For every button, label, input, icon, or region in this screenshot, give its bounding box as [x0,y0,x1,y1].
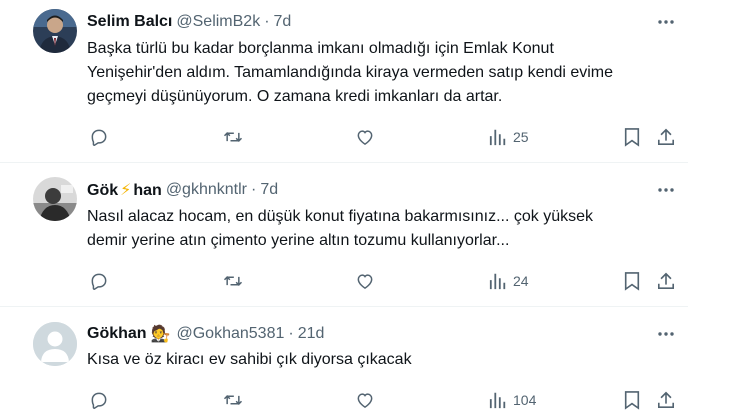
retweet-icon [223,132,243,142]
divider [0,306,688,307]
tweet-text: Kısa ve öz kiracı ev sahibi çık diyorsa … [87,348,667,372]
views-count: 25 [513,129,529,145]
share-icon [657,128,675,146]
lightning-emoji: ⚡ [120,182,132,199]
bookmark-button[interactable] [623,270,641,292]
tweet-text-line: Nasıl alacaz hocam, en düşük konut fiyat… [87,208,594,225]
separator-dot: · [250,181,257,198]
share-icon [657,391,675,409]
views-button[interactable]: 104 [489,389,536,411]
more-options-button[interactable] [656,12,676,32]
bookmark-button[interactable] [623,389,641,411]
retweet-button[interactable] [222,126,244,148]
display-name[interactable]: Gök ⚡ han [87,180,162,200]
user-handle[interactable]: @gkhnkntlr [166,181,247,199]
display-name-part: Gök [87,182,119,199]
tweet-text-line: Başka türlü bu kadar borçlanma imkanı ol… [87,40,554,57]
retweet-icon [223,395,243,405]
tweet-text: Başka türlü bu kadar borçlanma imkanı ol… [87,37,667,109]
judge-emoji: 🧑‍⚖️ [150,326,171,343]
tweet-header: Selim Balcı @SelimB2k · 7d [87,11,291,33]
bookmark-icon [624,272,640,291]
like-button[interactable] [355,270,375,292]
tweet-text: Nasıl alacaz hocam, en düşük konut fiyat… [87,205,667,253]
like-icon [357,274,373,289]
avatar[interactable] [33,9,77,53]
reply-icon [91,129,107,146]
views-button[interactable]: 24 [489,270,529,292]
like-button[interactable] [355,389,375,411]
user-handle[interactable]: @SelimB2k [176,13,260,31]
separator-dot: · [264,13,270,30]
divider [0,162,688,163]
retweet-button[interactable] [222,270,244,292]
separator-dot: · [288,325,294,342]
views-count: 24 [513,273,529,289]
share-button[interactable] [657,126,675,148]
views-icon [489,273,506,290]
more-icon [658,188,674,192]
bookmark-icon [624,128,640,147]
views-icon [489,392,506,409]
share-button[interactable] [657,270,675,292]
more-icon [658,20,674,24]
more-icon [658,332,674,336]
like-button[interactable] [355,126,375,148]
tweet-actions: 24 [87,270,687,292]
share-icon [657,272,675,290]
views-icon [489,129,506,146]
tweet-text-line: geçmeyi düşünüyorum. O zamana kredi imka… [87,88,503,105]
avatar[interactable] [33,322,77,366]
like-icon [357,393,373,408]
reply-feed: Selim Balcı @SelimB2k · 7d Başka türlü b… [0,0,730,420]
tweet-actions: 25 [87,126,687,148]
reply-icon [91,273,107,290]
display-name-part: han [133,182,162,199]
retweet-icon [223,276,243,286]
user-handle[interactable]: @Gokhan5381 [176,325,284,343]
timestamp[interactable]: 7d [260,181,278,199]
tweet-actions: 104 [87,389,687,411]
timestamp[interactable]: 7d [274,13,292,31]
timestamp[interactable]: 21d [298,325,325,343]
display-name[interactable]: Gökhan [87,325,147,343]
reply-button[interactable] [89,389,109,411]
more-options-button[interactable] [656,180,676,200]
views-button[interactable]: 25 [489,126,529,148]
avatar[interactable] [33,177,77,221]
like-icon [357,130,373,145]
share-button[interactable] [657,389,675,411]
more-options-button[interactable] [656,324,676,344]
reply-button[interactable] [89,270,109,292]
reply-button[interactable] [89,126,109,148]
tweet-text-line: Kısa ve öz kiracı ev sahibi çık diyorsa … [87,351,412,368]
bookmark-button[interactable] [623,126,641,148]
display-name[interactable]: Selim Balcı [87,13,172,31]
tweet-header: Gökhan 🧑‍⚖️ @Gokhan5381 · 21d [87,323,324,345]
tweet-text-line: Yenişehir'den aldım. Tamamlandığında kir… [87,64,614,81]
tweet-header: Gök ⚡ han @gkhnkntlr · 7d [87,179,278,201]
reply-icon [91,392,107,409]
tweet-text-line: demir yerine atın çimento yerine altın t… [87,232,510,249]
bookmark-icon [624,391,640,410]
retweet-button[interactable] [222,389,244,411]
views-count: 104 [513,392,537,408]
